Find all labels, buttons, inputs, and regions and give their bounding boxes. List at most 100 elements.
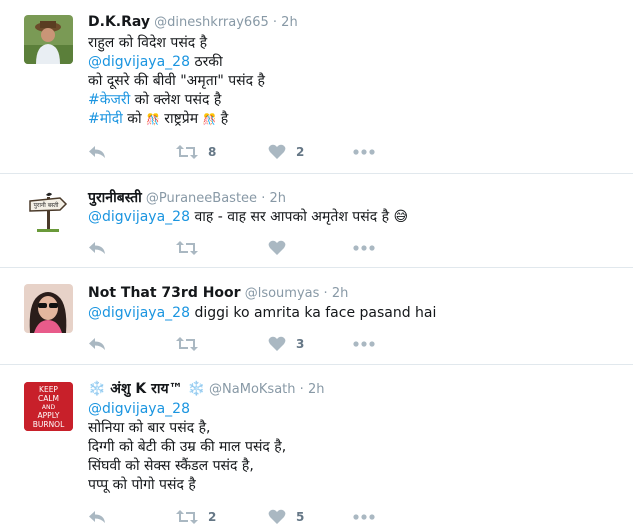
reply-button[interactable] — [88, 142, 106, 162]
avatar[interactable] — [24, 15, 73, 64]
tweet[interactable]: KEEP CALM AND APPLY BURNOL ❄️ अंशु K राय… — [0, 365, 633, 524]
tweet-line: पप्पू को पोगो पसंद है — [88, 476, 286, 495]
text-segment: राहुल को विदेश पसंद है — [88, 35, 208, 51]
more-icon — [353, 341, 375, 347]
mention-link[interactable]: @digvijaya_28 — [88, 305, 190, 321]
reply-icon — [89, 242, 105, 254]
more-button[interactable] — [352, 238, 376, 258]
tweet-line: राहुल को विदेश पसंद है — [88, 34, 265, 53]
tweet[interactable]: पुरानी बस्ती पुरानीबस्ती @PuraneeBastee … — [0, 174, 633, 266]
timestamp[interactable]: 2h — [281, 15, 298, 30]
avatar[interactable] — [24, 284, 73, 333]
reply-icon — [89, 511, 105, 523]
tweet-line: #केजरी को क्लेश पसंद है — [88, 91, 265, 110]
more-icon — [353, 514, 375, 520]
avatar-text: APPLY — [38, 411, 60, 420]
separator: · — [323, 286, 328, 301]
tweet-actions: 8 2 — [88, 142, 388, 162]
confetti-emoji: 🎊 — [146, 113, 160, 126]
tweet-actions — [88, 238, 388, 258]
heart-icon — [268, 336, 286, 351]
avatar[interactable]: KEEP CALM AND APPLY BURNOL — [24, 382, 73, 431]
like-button[interactable]: 2 — [268, 142, 304, 162]
tweet-line: #मोदी को 🎊 राष्ट्रप्रेम 🎊 है — [88, 110, 265, 129]
like-button[interactable]: 5 — [268, 507, 304, 527]
tweet-line: @digvijaya_28 — [88, 400, 286, 419]
tweet-line: सिंघवी को सेक्स स्कैंडल पसंद है, — [88, 457, 286, 476]
mention-link[interactable]: @digvijaya_28 — [88, 401, 190, 417]
hashtag-link[interactable]: #केजरी — [88, 92, 130, 108]
more-button[interactable] — [352, 334, 376, 354]
user-handle[interactable]: @dineshkrray665 — [154, 15, 269, 30]
tweet-header: D.K.Ray @dineshkrray665 · 2h — [88, 14, 298, 30]
more-icon — [353, 245, 375, 251]
avatar-text: KEEP — [39, 385, 58, 394]
timestamp[interactable]: 2h — [332, 286, 349, 301]
like-count: 3 — [296, 337, 305, 351]
text-segment: को दूसरे की बीवी "अमृता" पसंद है — [88, 73, 265, 89]
text-segment: पप्पू को पोगो पसंद है — [88, 477, 196, 493]
reply-button[interactable] — [88, 334, 106, 354]
text-segment: सिंघवी को सेक्स स्कैंडल पसंद है, — [88, 458, 254, 474]
tweet[interactable]: D.K.Ray @dineshkrray665 · 2h राहुल को वि… — [0, 0, 633, 172]
more-button[interactable] — [352, 507, 376, 527]
retweet-button[interactable]: 8 — [176, 142, 216, 162]
tweet-line: को दूसरे की बीवी "अमृता" पसंद है — [88, 72, 265, 91]
tweet-header: Not That 73rd Hoor @lsoumyas · 2h — [88, 285, 348, 301]
like-button[interactable] — [268, 238, 296, 258]
user-handle[interactable]: @NaMoKsath — [209, 382, 295, 397]
mention-link[interactable]: @digvijaya_28 — [88, 54, 190, 70]
reply-button[interactable] — [88, 238, 106, 258]
reply-icon — [89, 338, 105, 350]
tweet-header: ❄️ अंशु K राय™ ❄️ @NaMoKsath · 2h — [88, 379, 324, 398]
like-count: 2 — [296, 145, 305, 159]
hashtag-link[interactable]: #मोदी — [88, 111, 123, 127]
like-button[interactable]: 3 — [268, 334, 304, 354]
heart-icon — [268, 240, 286, 255]
tweet-text: राहुल को विदेश पसंद है @digvijaya_28 ठरक… — [88, 34, 265, 129]
timestamp[interactable]: 2h — [269, 191, 286, 206]
retweet-button[interactable]: 2 — [176, 507, 216, 527]
tweet[interactable]: Not That 73rd Hoor @lsoumyas · 2h @digvi… — [0, 268, 633, 363]
display-name[interactable]: Not That 73rd Hoor — [88, 285, 241, 301]
retweet-button[interactable] — [176, 238, 208, 258]
text-segment: है — [216, 111, 229, 127]
display-name[interactable]: D.K.Ray — [88, 14, 150, 30]
avatar[interactable]: पुरानी बस्ती — [24, 187, 73, 236]
text-segment: वाह - वाह सर आपको अमृतेश पसंद है 😅 — [190, 209, 409, 225]
tweet-text: @digvijaya_28 सोनिया को बार पसंद है, दिग… — [88, 400, 286, 495]
avatar-sign-text: पुरानी बस्ती — [34, 201, 59, 209]
tweet-line: दिग्गी को बेटी की उम्र की माल पसंद है, — [88, 438, 286, 457]
text-segment: को क्लेश पसंद है — [130, 92, 222, 108]
timestamp[interactable]: 2h — [308, 382, 325, 397]
reply-button[interactable] — [88, 507, 106, 527]
separator: · — [272, 15, 278, 30]
confetti-emoji: 🎊 — [202, 113, 217, 126]
avatar-text: BURNOL — [33, 420, 65, 429]
tweet-header: पुरानीबस्ती @PuraneeBastee · 2h — [88, 188, 286, 207]
separator: · — [261, 191, 266, 206]
retweet-button[interactable] — [176, 334, 208, 354]
retweet-icon — [176, 337, 198, 351]
user-handle[interactable]: @PuraneeBastee — [146, 191, 257, 206]
avatar-text: AND — [42, 404, 56, 411]
tweet-line: @digvijaya_28 ठरकी — [88, 53, 265, 72]
text-segment: दिग्गी को बेटी की उम्र की माल पसंद है, — [88, 439, 287, 455]
tweet-line: सोनिया को बार पसंद है, — [88, 419, 286, 438]
tweet-text: @digvijaya_28 diggi ko amrita ka face pa… — [88, 304, 436, 323]
retweet-count: 8 — [208, 145, 217, 159]
retweet-count: 2 — [208, 510, 217, 524]
like-count: 5 — [296, 510, 305, 524]
user-handle[interactable]: @lsoumyas — [245, 286, 320, 301]
text-segment: राष्ट्रप्रेम — [159, 111, 203, 127]
tweet-actions: 3 — [88, 334, 388, 354]
display-name[interactable]: पुरानीबस्ती — [88, 190, 142, 206]
text-segment: को — [122, 111, 147, 127]
mention-link[interactable]: @digvijaya_28 — [88, 209, 190, 225]
retweet-icon — [176, 241, 198, 255]
more-button[interactable] — [352, 142, 376, 162]
tweet-line: @digvijaya_28 diggi ko amrita ka face pa… — [88, 304, 436, 323]
heart-icon — [268, 509, 286, 524]
avatar-text: CALM — [38, 394, 59, 403]
display-name[interactable]: ❄️ अंशु K राय™ ❄️ — [88, 381, 205, 397]
